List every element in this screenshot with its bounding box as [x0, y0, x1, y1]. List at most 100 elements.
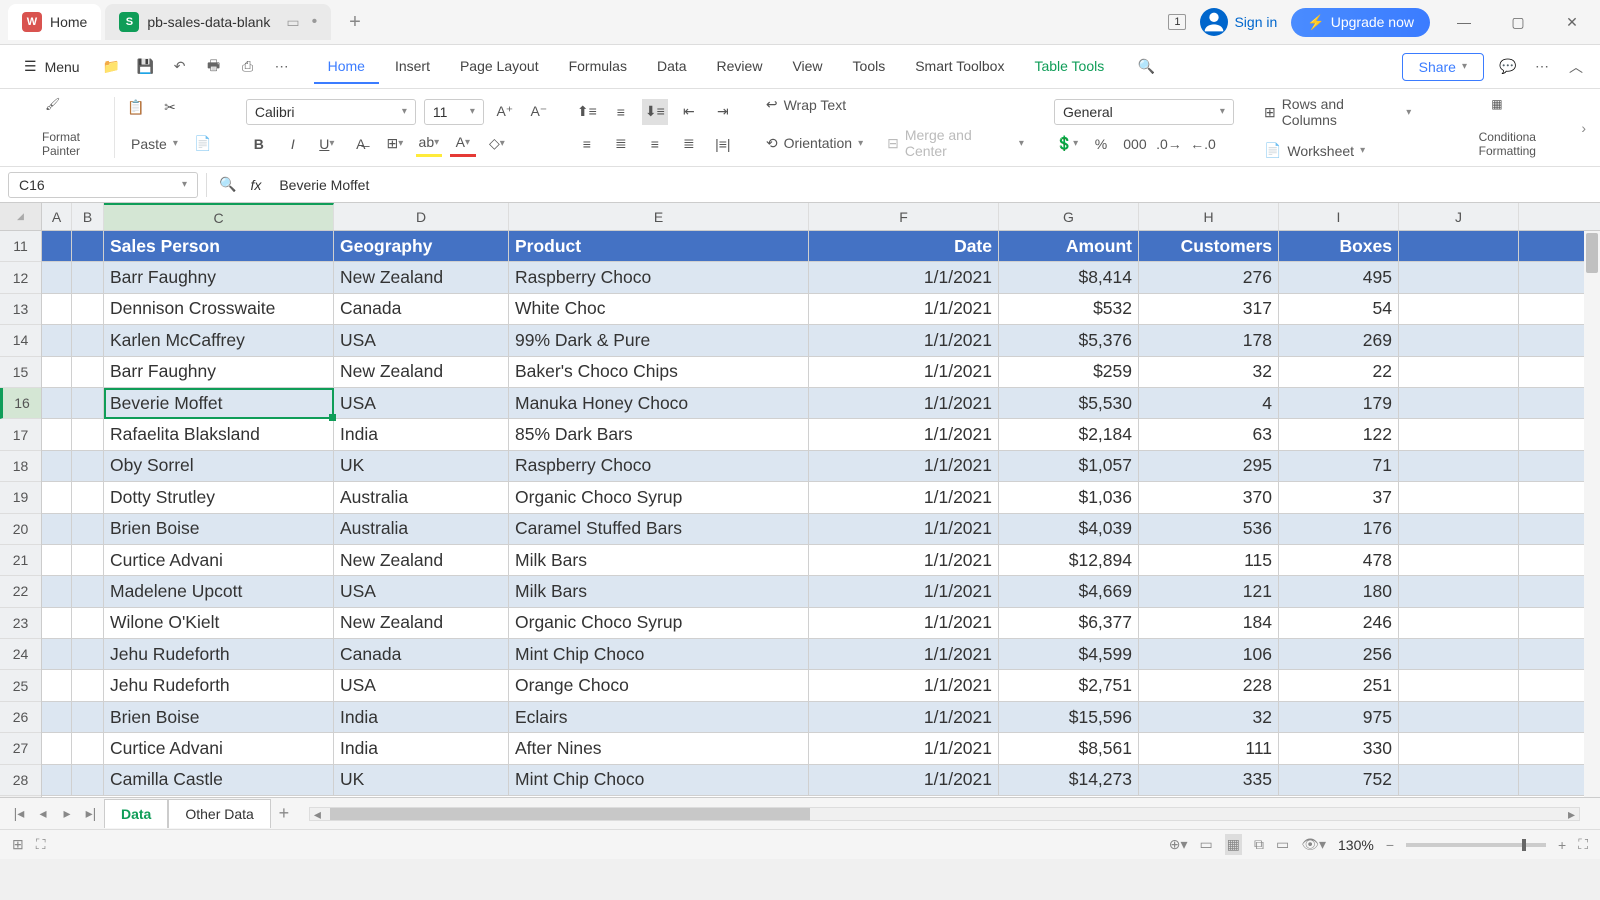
data-cell[interactable]	[1399, 608, 1519, 638]
menu-tab-data[interactable]: Data	[643, 50, 701, 84]
header-cell[interactable]	[42, 231, 72, 261]
data-cell[interactable]: 370	[1139, 482, 1279, 512]
data-cell[interactable]	[1399, 451, 1519, 481]
data-cell[interactable]: Curtice Advani	[104, 545, 334, 575]
data-cell[interactable]: 1/1/2021	[809, 733, 999, 763]
data-cell[interactable]	[72, 325, 104, 355]
data-cell[interactable]: 752	[1279, 765, 1399, 795]
data-cell[interactable]: 180	[1279, 576, 1399, 606]
data-cell[interactable]	[72, 608, 104, 638]
menu-tab-tools[interactable]: Tools	[839, 50, 900, 84]
data-cell[interactable]: 115	[1139, 545, 1279, 575]
header-cell[interactable]: Geography	[334, 231, 509, 261]
menu-tab-smart-toolbox[interactable]: Smart Toolbox	[901, 50, 1018, 84]
paste-button[interactable]: Paste▾ 📄	[123, 127, 224, 161]
eye-icon[interactable]: 👁▾	[1301, 836, 1326, 853]
data-cell[interactable]: 1/1/2021	[809, 325, 999, 355]
data-cell[interactable]: After Nines	[509, 733, 809, 763]
data-cell[interactable]: $1,057	[999, 451, 1139, 481]
app-menu-button[interactable]: ☰ Menu	[14, 52, 90, 81]
data-cell[interactable]: 99% Dark & Pure	[509, 325, 809, 355]
data-cell[interactable]: Australia	[334, 482, 509, 512]
data-cell[interactable]: 975	[1279, 702, 1399, 732]
data-cell[interactable]	[1399, 702, 1519, 732]
data-cell[interactable]: 251	[1279, 670, 1399, 700]
data-cell[interactable]: Canada	[334, 294, 509, 324]
fullscreen-icon[interactable]: ⛶	[1578, 836, 1588, 853]
merge-center-button[interactable]: ⊟ Merge and Center▾	[879, 123, 1032, 163]
percent-icon[interactable]: %	[1088, 131, 1114, 157]
data-cell[interactable]	[42, 262, 72, 292]
data-cell[interactable]: Madelene Upcott	[104, 576, 334, 606]
row-header-27[interactable]: 27	[0, 733, 41, 764]
ribbon-scroll-right-icon[interactable]: ›	[1581, 120, 1586, 136]
row-header-24[interactable]: 24	[0, 639, 41, 670]
more-qat-icon[interactable]: ⋯	[272, 57, 292, 77]
data-cell[interactable]: 1/1/2021	[809, 388, 999, 418]
format-painter-group[interactable]: 🖌 Format Painter	[14, 97, 115, 157]
data-cell[interactable]: Eclairs	[509, 702, 809, 732]
data-cell[interactable]	[42, 608, 72, 638]
col-header-D[interactable]: D	[334, 203, 509, 230]
data-cell[interactable]: 54	[1279, 294, 1399, 324]
new-tab-button[interactable]: +	[335, 11, 375, 34]
data-cell[interactable]: Oby Sorrel	[104, 451, 334, 481]
col-header-B[interactable]: B	[72, 203, 104, 230]
data-cell[interactable]: New Zealand	[334, 545, 509, 575]
align-top-icon[interactable]: ⬆≡	[574, 99, 600, 125]
data-cell[interactable]	[1399, 419, 1519, 449]
menu-tab-view[interactable]: View	[778, 50, 836, 84]
increase-font-icon[interactable]: A⁺	[492, 99, 518, 125]
data-cell[interactable]: UK	[334, 451, 509, 481]
data-cell[interactable]	[72, 670, 104, 700]
search-icon[interactable]: 🔍	[1136, 57, 1156, 77]
data-cell[interactable]: 121	[1139, 576, 1279, 606]
home-tab[interactable]: W Home	[8, 4, 101, 40]
col-header-C[interactable]: C	[104, 203, 334, 230]
copy-icon[interactable]: 📋	[123, 95, 149, 121]
data-cell[interactable]: $2,184	[999, 419, 1139, 449]
horizontal-scrollbar[interactable]: ◂ ▸	[309, 807, 1580, 821]
header-cell[interactable]	[1399, 231, 1519, 261]
row-header-22[interactable]: 22	[0, 576, 41, 607]
comma-icon[interactable]: 000	[1122, 131, 1148, 157]
data-cell[interactable]: Australia	[334, 514, 509, 544]
row-header-15[interactable]: 15	[0, 357, 41, 388]
rows-columns-button[interactable]: ⊞ Rows and Columns▾	[1256, 92, 1419, 132]
align-center-icon[interactable]: ≣	[608, 131, 634, 157]
zoom-slider[interactable]	[1406, 843, 1546, 847]
undo-icon[interactable]: ↶	[170, 57, 190, 77]
close-button[interactable]: ✕	[1552, 4, 1592, 40]
data-cell[interactable]: $6,377	[999, 608, 1139, 638]
col-header-A[interactable]: A	[42, 203, 72, 230]
decrease-font-icon[interactable]: A⁻	[526, 99, 552, 125]
data-cell[interactable]	[72, 576, 104, 606]
font-family-combo[interactable]: Calibri▾	[246, 99, 416, 125]
view-reading-icon[interactable]: ▭	[1276, 836, 1289, 853]
data-cell[interactable]: 1/1/2021	[809, 451, 999, 481]
menu-tab-home[interactable]: Home	[314, 50, 379, 84]
data-cell[interactable]: 256	[1279, 639, 1399, 669]
row-header-25[interactable]: 25	[0, 670, 41, 701]
justify-icon[interactable]: ≣	[676, 131, 702, 157]
header-cell[interactable]	[72, 231, 104, 261]
data-cell[interactable]: 276	[1139, 262, 1279, 292]
data-cell[interactable]	[72, 357, 104, 387]
status-expand-icon[interactable]: ⛶	[36, 836, 46, 853]
data-cell[interactable]: Orange Choco	[509, 670, 809, 700]
view-pagebreak-icon[interactable]: ⧉	[1254, 836, 1264, 853]
data-cell[interactable]: India	[334, 733, 509, 763]
data-cell[interactable]: 1/1/2021	[809, 608, 999, 638]
data-cell[interactable]: $259	[999, 357, 1139, 387]
col-header-I[interactable]: I	[1279, 203, 1399, 230]
data-cell[interactable]	[42, 545, 72, 575]
data-cell[interactable]: 122	[1279, 419, 1399, 449]
data-cell[interactable]: 1/1/2021	[809, 514, 999, 544]
data-cell[interactable]	[72, 262, 104, 292]
data-cell[interactable]: Curtice Advani	[104, 733, 334, 763]
data-cell[interactable]: $15,596	[999, 702, 1139, 732]
next-sheet-icon[interactable]: ▸	[56, 803, 78, 825]
print-icon[interactable]: 🖶	[204, 57, 224, 77]
data-cell[interactable]	[1399, 325, 1519, 355]
data-cell[interactable]	[42, 702, 72, 732]
